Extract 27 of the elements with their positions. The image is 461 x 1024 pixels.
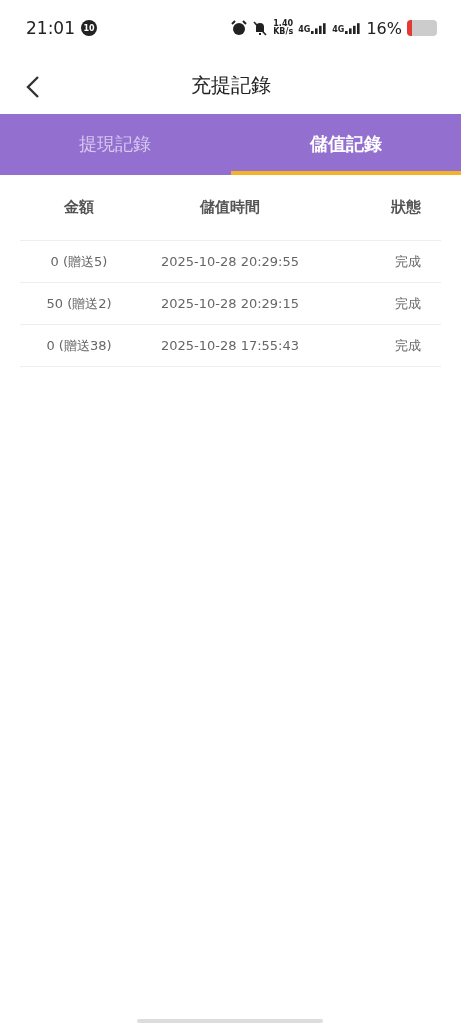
column-header: 狀態 xyxy=(390,198,422,217)
clock-time: 21:01 xyxy=(26,18,75,38)
signal-icon xyxy=(311,22,328,34)
table-cell-text: 0 (贈送38) xyxy=(45,336,113,355)
signal-icon xyxy=(345,22,362,34)
tab[interactable]: 儲值記錄 xyxy=(230,114,461,175)
table-cell-text: 50 (贈送2) xyxy=(45,294,113,313)
battery-icon xyxy=(407,20,437,36)
table-cell-text: 完成 xyxy=(394,336,422,355)
table-cell-text: 2025-10-28 20:29:15 xyxy=(159,296,301,311)
notification-badge: 10 xyxy=(81,20,97,36)
network-type: 4G xyxy=(332,24,345,34)
table-cell-text: 完成 xyxy=(394,294,422,313)
table-cell-text: 完成 xyxy=(394,252,422,271)
tab[interactable]: 提現記錄 xyxy=(0,114,231,175)
table-cell-text: 0 (贈送5) xyxy=(49,252,109,271)
alarm-clock-icon xyxy=(231,20,248,36)
column-header: 金額 xyxy=(63,198,95,217)
table-cell-text: 2025-10-28 20:29:55 xyxy=(159,254,301,269)
column-header: 儲值時間 xyxy=(198,198,261,217)
network-speed-unit: KB/s xyxy=(273,28,294,36)
table-cell-text: 2025-10-28 17:55:43 xyxy=(159,338,301,353)
network-type: 4G xyxy=(298,24,311,34)
page-title: 充提記錄 xyxy=(190,71,271,99)
network-speed: 1.40 xyxy=(273,20,294,28)
muted-bell-icon xyxy=(252,20,269,36)
battery-percent: 16% xyxy=(366,18,402,38)
